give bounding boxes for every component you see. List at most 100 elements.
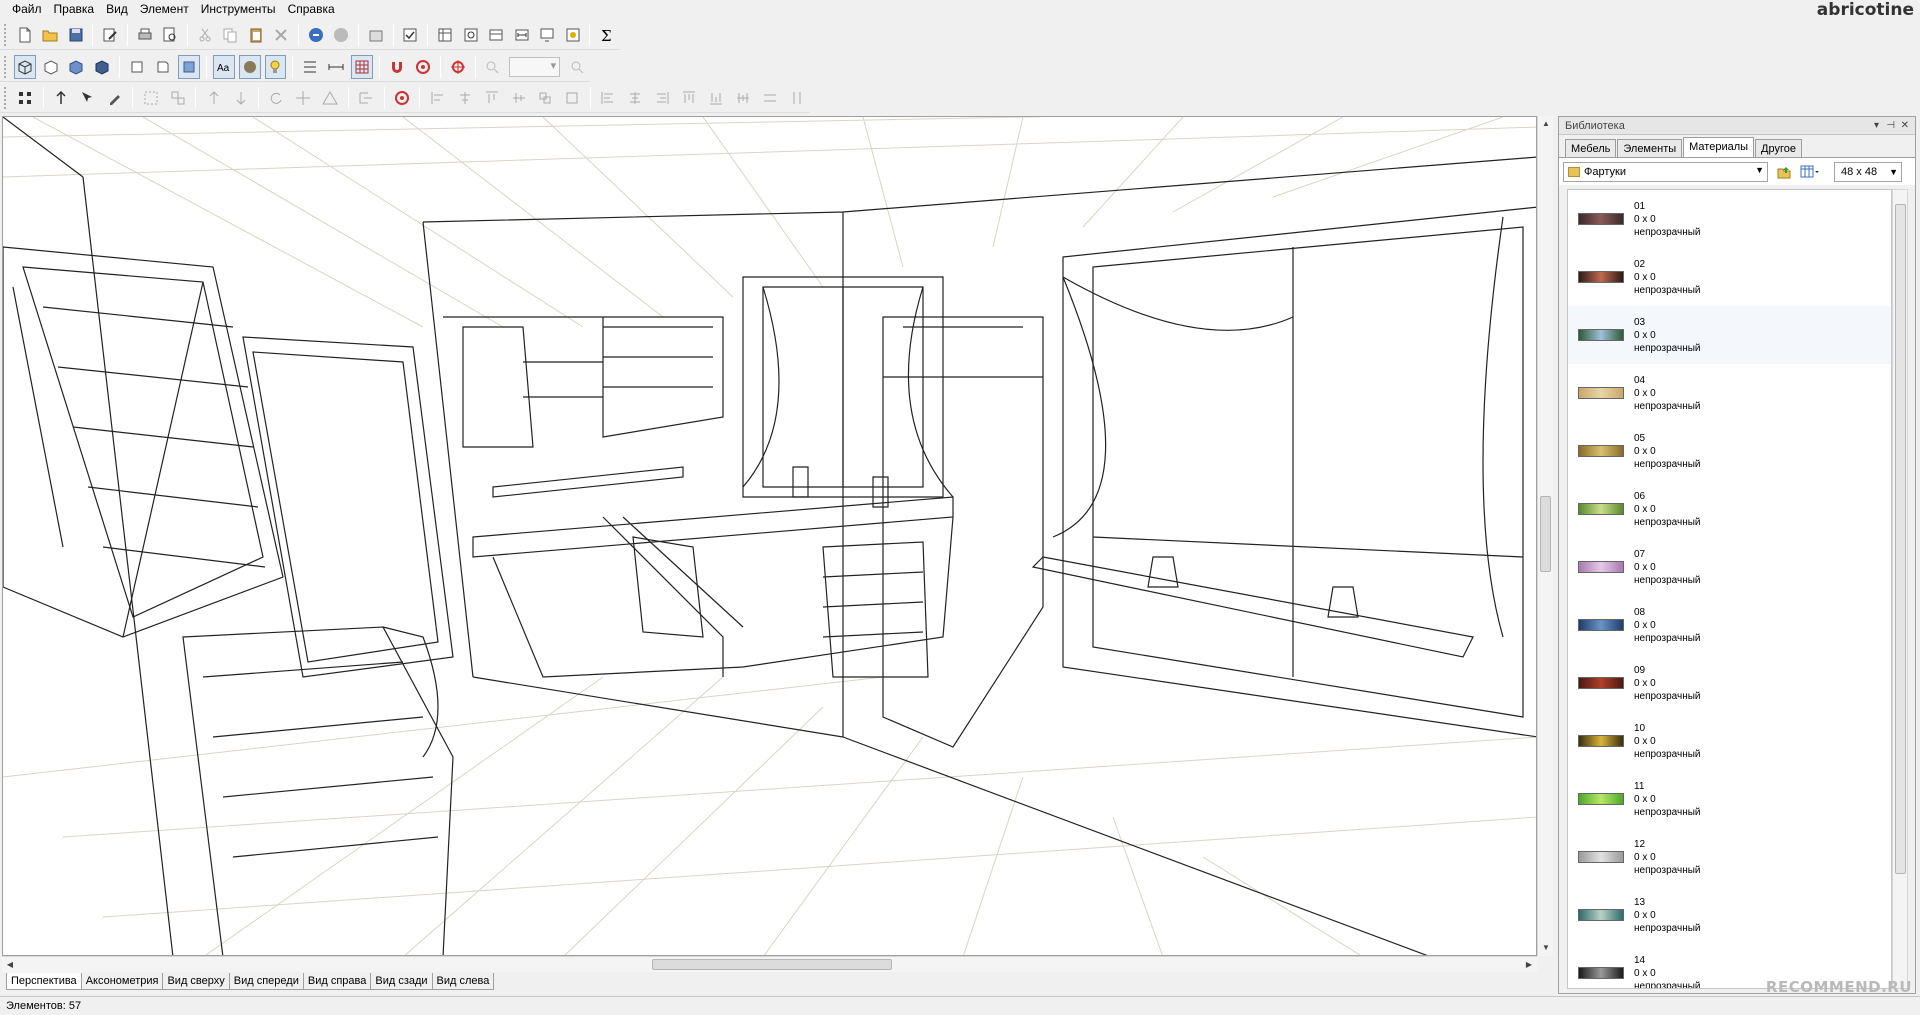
- view-mode-icon[interactable]: [1800, 162, 1820, 182]
- text-icon[interactable]: Aa: [212, 54, 235, 79]
- scroll-down-arrow[interactable]: ▼: [1538, 940, 1554, 956]
- align-5-icon[interactable]: [534, 86, 557, 110]
- list-item[interactable]: 09 0 x 0 непрозрачный: [1568, 654, 1891, 712]
- select-icon[interactable]: [14, 86, 37, 110]
- scroll-thumb[interactable]: [1895, 204, 1906, 874]
- tab-axonometry[interactable]: Аксонометрия: [80, 973, 164, 990]
- close-icon[interactable]: ✕: [1901, 117, 1909, 135]
- align-11-icon[interactable]: [704, 86, 727, 110]
- sphere-icon[interactable]: [238, 54, 261, 79]
- target-icon[interactable]: [412, 55, 434, 79]
- print-icon[interactable]: [134, 23, 156, 47]
- menu-edit[interactable]: Правка: [48, 0, 101, 18]
- menu-element[interactable]: Элемент: [134, 0, 195, 18]
- align-7-icon[interactable]: [597, 86, 620, 110]
- save-icon[interactable]: [65, 23, 87, 47]
- list-item[interactable]: 05 0 x 0 непрозрачный: [1568, 422, 1891, 480]
- materials-list[interactable]: 01 0 x 0 непрозрачный 02 0 x 0 непрозрачный 03…: [1567, 189, 1892, 989]
- properties-icon[interactable]: [365, 23, 387, 47]
- list-item[interactable]: 10 0 x 0 непрозрачный: [1568, 712, 1891, 770]
- list-item[interactable]: 01 0 x 0 непрозрачный: [1568, 190, 1891, 248]
- crosshair-icon[interactable]: [447, 55, 469, 79]
- panel-menu-icon[interactable]: ▾: [1874, 117, 1879, 135]
- delete-icon[interactable]: [271, 23, 293, 47]
- cut-icon[interactable]: [194, 23, 216, 47]
- group-icon[interactable]: [139, 86, 162, 110]
- list-item[interactable]: 02 0 x 0 непрозрачный: [1568, 248, 1891, 306]
- viewport-vertical-scrollbar[interactable]: ▲ ▼: [1537, 116, 1553, 956]
- scroll-left-arrow[interactable]: ◀: [2, 957, 18, 973]
- tab-furniture[interactable]: Мебель: [1565, 139, 1617, 157]
- align-14-icon[interactable]: [785, 86, 808, 110]
- preview-icon[interactable]: [159, 23, 181, 47]
- display-icon[interactable]: [536, 23, 558, 47]
- tab-materials[interactable]: Материалы: [1683, 137, 1755, 157]
- new-icon[interactable]: [14, 23, 36, 47]
- tab-front-view[interactable]: Вид спереди: [228, 973, 304, 990]
- align-3-icon[interactable]: [480, 86, 503, 110]
- thumbnail-size-select[interactable]: 48 x 48 ▼: [1834, 161, 1902, 182]
- zoom-select[interactable]: [509, 56, 561, 77]
- list-item[interactable]: 13 0 x 0 непрозрачный: [1568, 886, 1891, 944]
- align-13-icon[interactable]: [758, 86, 781, 110]
- bulb-icon[interactable]: [264, 54, 287, 79]
- folder-up-icon[interactable]: [1774, 162, 1794, 182]
- tab-left-view[interactable]: Вид слева: [431, 973, 495, 990]
- arrow-down-icon[interactable]: [229, 86, 252, 110]
- move-up-icon[interactable]: [50, 86, 73, 110]
- toolbar-grip[interactable]: [4, 86, 8, 109]
- redo-icon[interactable]: [331, 23, 353, 47]
- toolbar-grip[interactable]: [4, 55, 8, 78]
- menu-help[interactable]: Справка: [282, 0, 341, 18]
- grid-icon[interactable]: [351, 54, 373, 79]
- tab-top-view[interactable]: Вид сверху: [162, 973, 230, 990]
- scroll-right-arrow[interactable]: ▶: [1521, 957, 1537, 973]
- box-solid-icon[interactable]: [66, 55, 88, 79]
- move-cross-icon[interactable]: [292, 86, 315, 110]
- menu-tools[interactable]: Инструменты: [195, 0, 282, 18]
- list-item[interactable]: 06 0 x 0 непрозрачный: [1568, 480, 1891, 538]
- lock-icon[interactable]: [391, 86, 414, 110]
- list-item[interactable]: 07 0 x 0 непрозрачный: [1568, 538, 1891, 596]
- align-12-icon[interactable]: [731, 86, 754, 110]
- move-icon[interactable]: [77, 86, 100, 110]
- grid-a-icon[interactable]: [299, 55, 321, 79]
- tab-perspective[interactable]: Перспектива: [6, 973, 82, 990]
- list-item[interactable]: 08 0 x 0 непрозрачный: [1568, 596, 1891, 654]
- menu-file[interactable]: Файл: [6, 0, 48, 18]
- wireframe-icon[interactable]: [13, 54, 36, 79]
- pen-icon[interactable]: [104, 86, 127, 110]
- shaded-icon[interactable]: [177, 54, 200, 79]
- magnet-icon[interactable]: [386, 55, 408, 79]
- open-icon[interactable]: [39, 23, 61, 47]
- paste-icon[interactable]: [245, 23, 267, 47]
- list-item[interactable]: 11 0 x 0 непрозрачный: [1568, 770, 1891, 828]
- hierarchy-icon[interactable]: [355, 86, 378, 110]
- list-item[interactable]: 12 0 x 0 непрозрачный: [1568, 828, 1891, 886]
- arrow-up-icon[interactable]: [202, 86, 225, 110]
- scroll-up-arrow[interactable]: ▲: [1538, 116, 1554, 132]
- align-6-icon[interactable]: [561, 86, 584, 110]
- check-icon[interactable]: [400, 23, 422, 47]
- ungroup-icon[interactable]: [166, 86, 189, 110]
- sheet-icon[interactable]: [434, 23, 456, 47]
- scroll-thumb[interactable]: [1540, 496, 1551, 572]
- tab-other[interactable]: Другое: [1755, 139, 1802, 157]
- front-icon[interactable]: [126, 55, 148, 79]
- copy-icon[interactable]: [220, 23, 242, 47]
- dimension-icon[interactable]: [511, 23, 533, 47]
- zoom-in-icon[interactable]: [482, 55, 504, 79]
- edit-icon[interactable]: [99, 23, 121, 47]
- box-icon[interactable]: [485, 23, 507, 47]
- align-9-icon[interactable]: [651, 86, 674, 110]
- sum-icon[interactable]: Σ: [596, 23, 618, 47]
- viewport-horizontal-scrollbar[interactable]: ◀ ▶: [2, 956, 1537, 972]
- align-2-icon[interactable]: [453, 86, 476, 110]
- scroll-thumb[interactable]: [652, 959, 892, 970]
- pin-icon[interactable]: ⊣: [1886, 117, 1895, 135]
- library-scrollbar[interactable]: [1892, 189, 1908, 989]
- align-1-icon[interactable]: [426, 86, 449, 110]
- tab-back-view[interactable]: Вид сзади: [370, 973, 433, 990]
- align-4-icon[interactable]: [507, 86, 530, 110]
- list-item[interactable]: 04 0 x 0 непрозрачный: [1568, 364, 1891, 422]
